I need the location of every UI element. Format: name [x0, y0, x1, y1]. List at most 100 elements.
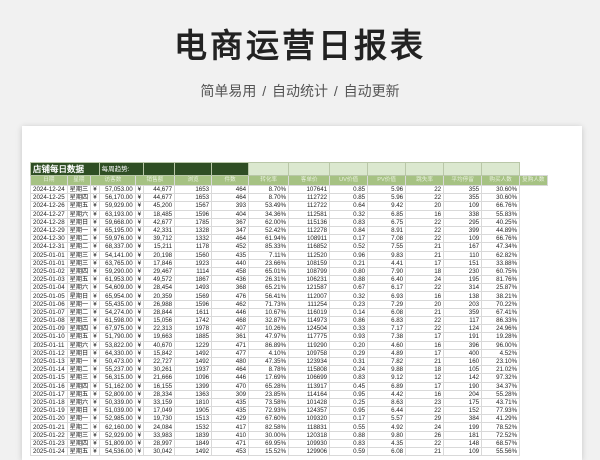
table-cell: 6.08: [367, 446, 407, 457]
table-cell: 54,536.00: [98, 446, 136, 457]
table-cell: 112581: [288, 209, 331, 219]
table-cell: ¥: [90, 381, 100, 391]
table-cell: 116852: [288, 242, 331, 252]
column-header: UV价值: [329, 175, 369, 186]
table-cell: 123934: [288, 356, 331, 367]
table-cell: 435: [211, 250, 250, 260]
table-cell: 2025-01-24: [30, 446, 68, 457]
table-cell: 47.34%: [481, 242, 521, 252]
table-cell: 1849: [174, 438, 213, 449]
table-cell: ¥: [90, 209, 100, 219]
table-cell: 0.83: [329, 373, 369, 383]
table-cell: 0.95: [329, 389, 369, 399]
table-cell: 8.63: [367, 397, 407, 408]
table-cell: ¥: [90, 332, 100, 342]
table-cell: 2025-01-20: [30, 414, 68, 424]
table-cell: ¥: [134, 430, 145, 440]
table-cell: 0.67: [329, 283, 369, 293]
table-cell: 124357: [288, 406, 331, 416]
banner-cell: [248, 162, 290, 176]
table-cell: 1229: [174, 340, 213, 350]
table-cell: 167: [443, 242, 483, 252]
table-cell: 17,846: [143, 258, 176, 268]
table-cell: 112278: [288, 225, 331, 236]
table-row: 2024-12-29 星期一 ¥65,195.00 ¥42,331 1328 347 52.…: [30, 225, 548, 236]
table-cell: 86.89%: [248, 340, 290, 350]
table-cell: 65.28%: [248, 381, 290, 391]
table-cell: 39,712: [143, 234, 176, 244]
table-cell: ¥: [90, 422, 100, 432]
table-cell: ¥: [134, 242, 145, 252]
table-cell: 67.60%: [248, 414, 290, 424]
table-cell: 4.42: [367, 389, 407, 399]
table-cell: 0.24: [329, 365, 369, 375]
table-cell: 16: [405, 389, 445, 399]
column-header: 跳失率: [405, 175, 445, 186]
table-cell: ¥: [134, 422, 145, 432]
table-cell: 1567: [174, 201, 213, 211]
table-cell: 59,976.00: [98, 234, 136, 244]
table-cell: 85.33%: [248, 242, 290, 252]
table-cell: 59,290.00: [98, 266, 136, 277]
table-cell: 429: [211, 414, 250, 424]
table-cell: ¥: [134, 234, 145, 244]
table-cell: 2025-01-01: [30, 250, 68, 260]
table-cell: 8.70%: [248, 193, 290, 203]
table-cell: 70.22%: [481, 299, 521, 309]
table-cell: 7.08: [367, 234, 407, 244]
table-cell: 2025-01-08: [30, 315, 68, 326]
table-cell: 22: [405, 225, 445, 236]
table-cell: 1560: [174, 250, 213, 260]
table-cell: 星期六: [66, 209, 92, 219]
table-cell: 66.76%: [481, 234, 521, 244]
table-cell: 458: [211, 266, 250, 277]
table-cell: 1096: [174, 373, 213, 383]
table-cell: 115136: [288, 217, 331, 227]
table-cell: 29,467: [143, 266, 176, 277]
table-cell: 6.08: [367, 307, 407, 318]
table-cell: ¥: [134, 446, 145, 457]
table-cell: 355: [443, 184, 483, 195]
table-row: 2025-01-13 星期一 ¥50,473.00 ¥22,727 1492 480 47.…: [30, 356, 548, 367]
table-cell: 18: [405, 365, 445, 375]
daily-data-table: 店铺每日数据 每周趋势: 日期 星期 访客数 销售额 浏览 件数 转化率 客单价 UV价值 PV价…: [30, 162, 548, 457]
table-cell: 0.29: [329, 348, 369, 358]
table-cell: ¥: [134, 340, 145, 350]
table-row: 2025-01-16 星期四 ¥51,162.00 ¥16,155 1399 470 65.…: [30, 381, 548, 391]
table-cell: 347: [211, 225, 250, 236]
table-cell: 117775: [288, 332, 331, 342]
table-cell: 19,730: [143, 414, 176, 424]
table-cell: 9.88: [367, 365, 407, 375]
table-cell: 4.10%: [248, 348, 290, 358]
table-cell: 446: [211, 307, 250, 318]
table-cell: 2024-12-26: [30, 201, 68, 211]
table-row: 2024-12-26 星期五 ¥59,929.00 ¥45,200 1567 393 53.…: [30, 201, 548, 211]
table-cell: 417: [211, 422, 250, 432]
table-cell: 101428: [288, 397, 331, 408]
table-cell: 355: [443, 193, 483, 203]
table-cell: 53.49%: [248, 201, 290, 211]
table-cell: 0.45: [329, 381, 369, 391]
table-cell: 8.91: [367, 225, 407, 236]
hero-header: 电商运营日报表 简单易用 / 自动统计 / 自动更新: [0, 0, 600, 120]
table-cell: 30.60%: [481, 184, 521, 195]
table-row: 2025-01-06 星期一 ¥55,435.00 ¥26,988 1596 462 71.…: [30, 299, 548, 309]
table-cell: 410: [211, 430, 250, 440]
table-cell: 151: [443, 258, 483, 268]
table-cell: 476: [211, 291, 250, 301]
table-cell: ¥: [90, 266, 100, 277]
table-cell: 2025-01-16: [30, 381, 68, 391]
table-cell: 191: [443, 332, 483, 342]
table-row: 2025-01-01 星期三 ¥63,765.00 ¥17,846 1923 440 23.…: [30, 258, 548, 268]
table-cell: 21: [405, 307, 445, 318]
table-cell: 1492: [174, 446, 213, 457]
table-cell: 1493: [174, 283, 213, 293]
table-cell: 6.89: [367, 381, 407, 391]
table-cell: 314: [443, 283, 483, 293]
table-cell: 44,677: [143, 193, 176, 203]
table-cell: 0.52: [329, 242, 369, 252]
banner-cell: [288, 162, 331, 176]
table-cell: 7.55: [367, 242, 407, 252]
table-cell: ¥: [134, 307, 145, 318]
table-cell: ¥: [90, 315, 100, 326]
